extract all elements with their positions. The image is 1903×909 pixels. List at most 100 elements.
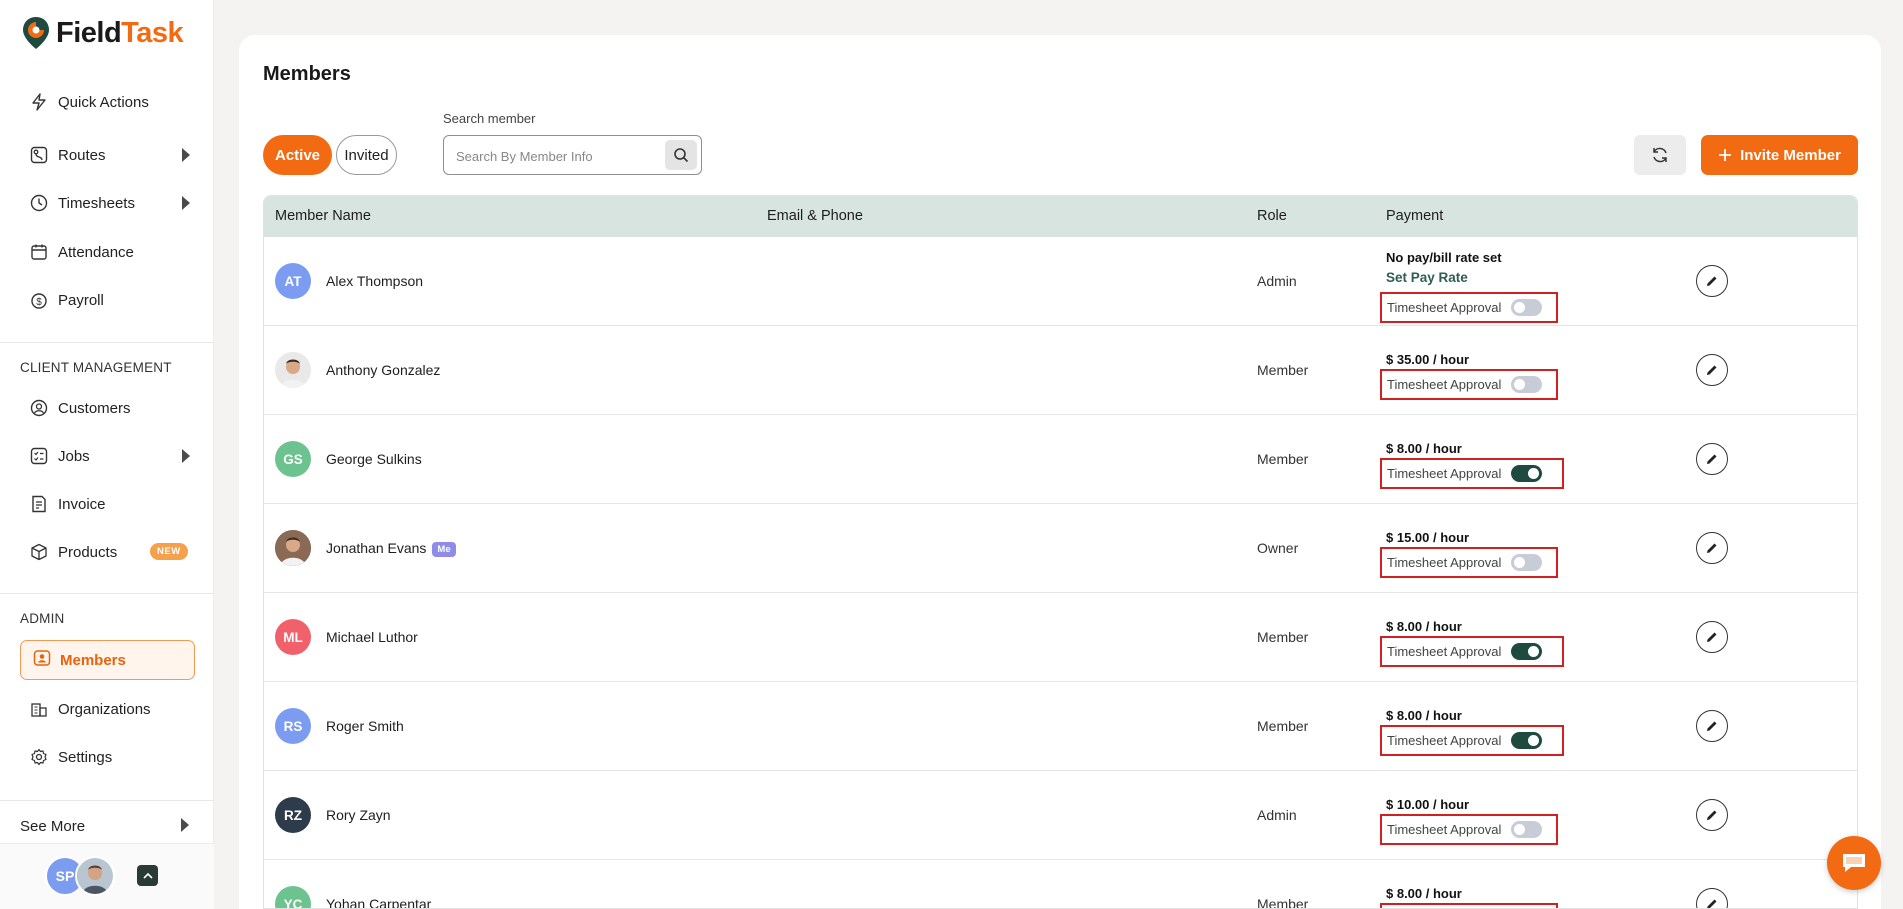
table-header: Member Name Email & Phone Role Payment — [264, 196, 1857, 237]
edit-member-button[interactable] — [1696, 265, 1728, 297]
see-more-link[interactable]: See More — [20, 818, 85, 835]
sidebar-item-label: Organizations — [58, 700, 151, 718]
timesheet-approval-toggle[interactable] — [1511, 554, 1543, 571]
sidebar-item-jobs[interactable]: Jobs — [30, 444, 190, 468]
lightning-icon — [30, 93, 48, 111]
timesheet-approval-highlight: Timesheet Approval — [1380, 725, 1564, 756]
sidebar-divider — [0, 800, 214, 801]
refresh-button[interactable] — [1634, 135, 1686, 175]
sidebar-item-routes[interactable]: Routes — [30, 143, 190, 167]
member-role: Admin — [1257, 273, 1297, 289]
timesheet-approval-highlight: Timesheet Approval — [1380, 292, 1558, 323]
member-photo — [275, 352, 311, 388]
edit-member-button[interactable] — [1696, 888, 1728, 908]
member-name[interactable]: George Sulkins — [326, 451, 422, 467]
sidebar-item-timesheets[interactable]: Timesheets — [30, 191, 190, 215]
pay-rate: $ 15.00 / hour — [1386, 530, 1470, 545]
timesheet-approval-toggle[interactable] — [1511, 376, 1543, 393]
member-name[interactable]: Anthony Gonzalez — [326, 362, 440, 378]
sidebar-item-label: Settings — [58, 748, 113, 766]
member-name[interactable]: Roger Smith — [326, 718, 404, 734]
toggle-knob — [1514, 379, 1526, 390]
tab-invited[interactable]: Invited — [336, 135, 397, 175]
tab-active[interactable]: Active — [263, 135, 332, 175]
timesheet-approval-highlight: Timesheet Approval — [1380, 369, 1558, 400]
sidebar-item-payroll[interactable]: $ Payroll — [30, 288, 190, 312]
table-row[interactable]: AT Alex Thompson Admin No pay/bill rate set… — [264, 237, 1857, 326]
edit-member-button[interactable] — [1696, 799, 1728, 831]
sidebar-item-label: Customers — [58, 399, 131, 417]
timesheet-approval-highlight: Timesheet Approval — [1380, 547, 1558, 578]
edit-member-button[interactable] — [1696, 710, 1728, 742]
member-name[interactable]: Alex Thompson — [326, 273, 423, 289]
member-name[interactable]: Jonathan Evans Me — [326, 540, 456, 557]
caret-right-icon — [182, 449, 190, 463]
sidebar-item-attendance[interactable]: Attendance — [30, 240, 190, 264]
sidebar-item-label: Invoice — [58, 495, 106, 513]
edit-member-button[interactable] — [1696, 443, 1728, 475]
pay-rate: $ 8.00 / hour — [1386, 886, 1462, 901]
avatar-initials: GS — [283, 451, 303, 467]
member-name-text: Roger Smith — [326, 718, 404, 734]
sidebar-item-quick-actions[interactable]: Quick Actions — [30, 90, 190, 114]
edit-member-button[interactable] — [1696, 621, 1728, 653]
sidebar-item-organizations[interactable]: Organizations — [30, 697, 190, 721]
avatar-initials: RZ — [284, 807, 302, 823]
member-name[interactable]: Yohan Carpentar — [326, 896, 431, 908]
member-name[interactable]: Michael Luthor — [326, 629, 418, 645]
sidebar-item-settings[interactable]: Settings — [30, 745, 190, 769]
user-photo-avatar[interactable] — [75, 856, 115, 896]
sidebar-item-invoice[interactable]: Invoice — [30, 492, 190, 516]
toggle-knob — [1528, 646, 1540, 657]
edit-member-button[interactable] — [1696, 354, 1728, 386]
table-row[interactable]: YC Yohan Carpentar Member $ 8.00 / hour Time… — [264, 860, 1857, 908]
member-avatar: AT — [275, 263, 311, 299]
timesheet-approval-toggle[interactable] — [1511, 465, 1543, 482]
member-name[interactable]: Rory Zayn — [326, 807, 391, 823]
caret-right-icon[interactable] — [181, 818, 189, 832]
member-photo — [275, 530, 311, 566]
section-label-client-management: CLIENT MANAGEMENT — [20, 360, 172, 375]
table-row[interactable]: RS Roger Smith Member $ 8.00 / hour Timeshee… — [264, 682, 1857, 771]
member-avatar: RZ — [275, 797, 311, 833]
plus-icon — [1719, 149, 1732, 161]
timesheet-approval-toggle[interactable] — [1511, 732, 1543, 749]
new-badge: NEW — [150, 543, 188, 560]
sidebar-item-customers[interactable]: Customers — [30, 396, 190, 420]
invite-member-button[interactable]: Invite Member — [1701, 135, 1858, 175]
chat-support-button[interactable] — [1827, 836, 1881, 890]
search-label: Search member — [443, 111, 536, 126]
expand-user-menu-button[interactable] — [137, 865, 158, 886]
invoice-icon — [30, 495, 48, 513]
logo-text: FieldTask — [56, 16, 184, 49]
page-title: Members — [263, 63, 351, 85]
table-row[interactable]: RZ Rory Zayn Admin $ 10.00 / hour Timesheet … — [264, 771, 1857, 860]
route-icon — [30, 146, 48, 164]
table-row[interactable]: Anthony Gonzalez Member $ 35.00 / hour Time… — [264, 326, 1857, 415]
sidebar-divider — [0, 593, 214, 594]
timesheet-approval-toggle[interactable] — [1511, 821, 1543, 838]
timesheet-approval-toggle[interactable] — [1511, 299, 1543, 316]
members-table: Member Name Email & Phone Role Payment A… — [263, 195, 1858, 909]
fieldtask-logo[interactable]: FieldTask — [22, 16, 184, 50]
table-row[interactable]: GS George Sulkins Member $ 8.00 / hour Times… — [264, 415, 1857, 504]
section-label-admin: ADMIN — [20, 611, 65, 626]
clock-icon — [30, 194, 48, 212]
sidebar-item-label: Jobs — [58, 447, 90, 465]
pencil-icon — [1707, 810, 1717, 820]
table-row[interactable]: Jonathan Evans Me Owner $ 15.00 / hour Times… — [264, 504, 1857, 593]
search-input[interactable] — [456, 146, 656, 166]
sidebar-item-label: Payroll — [58, 291, 104, 309]
member-role: Member — [1257, 629, 1309, 645]
pencil-icon — [1707, 365, 1717, 375]
search-button[interactable] — [665, 140, 697, 170]
timesheet-approval-toggle[interactable] — [1511, 643, 1543, 660]
edit-member-button[interactable] — [1696, 532, 1728, 564]
user-circle-icon — [30, 399, 48, 417]
column-header-role: Role — [1257, 208, 1287, 224]
set-pay-rate-link[interactable]: Set Pay Rate — [1386, 270, 1468, 285]
toggle-knob — [1514, 302, 1526, 313]
sidebar-item-label: Timesheets — [58, 194, 135, 212]
sidebar-item-members[interactable]: Members — [20, 640, 195, 680]
table-row[interactable]: ML Michael Luthor Member $ 8.00 / hour Times… — [264, 593, 1857, 682]
